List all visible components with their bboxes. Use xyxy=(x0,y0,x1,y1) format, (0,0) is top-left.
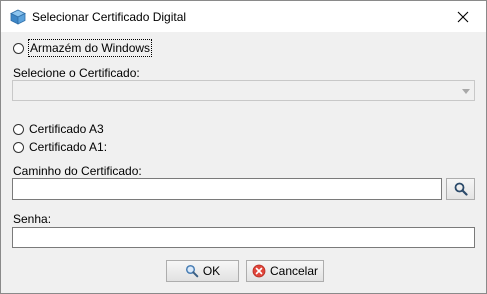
password-field[interactable] xyxy=(12,227,475,248)
cancel-icon xyxy=(252,264,266,278)
radio-windows-store[interactable]: Armazém do Windows xyxy=(13,39,153,57)
radio-certificate-a1[interactable]: Certificado A1: xyxy=(13,139,107,155)
close-button[interactable] xyxy=(440,1,486,32)
radio-certificate-a3[interactable]: Certificado A3 xyxy=(13,121,104,137)
cube-icon xyxy=(10,9,26,25)
certificate-dialog: Selecionar Certificado Digital Armazém d… xyxy=(0,0,487,294)
certificate-select-label: Selecione o Certificado: xyxy=(13,66,140,80)
radio-button[interactable] xyxy=(13,141,24,153)
ok-button-label: OK xyxy=(202,264,221,278)
search-icon xyxy=(185,264,199,278)
password-label: Senha: xyxy=(13,212,52,226)
close-icon xyxy=(457,11,469,22)
search-icon xyxy=(454,182,468,196)
window-title: Selecionar Certificado Digital xyxy=(32,10,187,24)
certificate-path-input[interactable] xyxy=(12,178,442,200)
radio-label: Certificado A3 xyxy=(29,122,104,136)
radio-label: Armazém do Windows xyxy=(27,39,153,57)
browse-button[interactable] xyxy=(446,178,475,200)
cancel-button-label: Cancelar xyxy=(269,264,319,278)
radio-button[interactable] xyxy=(13,42,24,54)
ok-button[interactable]: OK xyxy=(166,260,239,282)
chevron-down-icon xyxy=(462,89,470,94)
radio-button[interactable] xyxy=(13,123,24,135)
cancel-button[interactable]: Cancelar xyxy=(246,260,324,282)
certificate-select[interactable] xyxy=(12,80,475,101)
title-bar[interactable]: Selecionar Certificado Digital xyxy=(1,1,486,32)
radio-label: Certificado A1: xyxy=(29,140,108,154)
certificate-path-label: Caminho do Certificado: xyxy=(13,164,142,178)
